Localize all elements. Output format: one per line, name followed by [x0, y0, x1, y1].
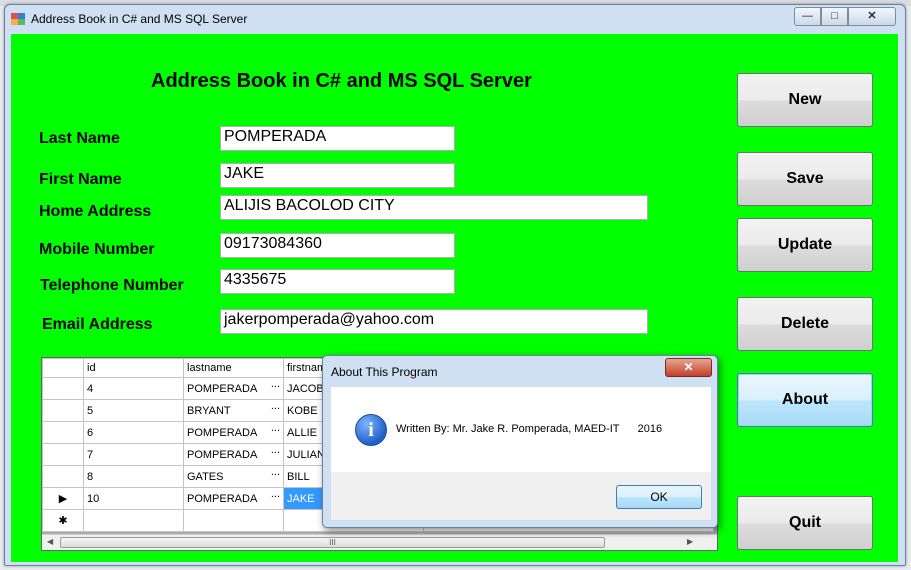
cell-id[interactable]: 7 — [83, 443, 184, 466]
cell-lastname-text: BRYANT — [187, 404, 231, 417]
cell-id[interactable]: 6 — [83, 421, 184, 444]
last-name-label: Last Name — [39, 130, 120, 147]
email-address-field[interactable]: jakerpomperada@yahoo.com — [220, 309, 648, 334]
dialog-title: About This Program — [331, 365, 438, 379]
dialog-footer: OK — [331, 472, 711, 520]
cell-id[interactable]: 8 — [83, 465, 184, 488]
row-indicator[interactable] — [42, 421, 84, 444]
scroll-left-arrow-icon[interactable]: ◀ — [47, 537, 53, 546]
cell-lastname[interactable]: GATES... — [183, 465, 284, 488]
main-window: Address Book in C# and MS SQL Server — □… — [4, 4, 906, 566]
new-button[interactable]: New — [737, 73, 873, 127]
row-indicator[interactable] — [42, 377, 84, 400]
save-button[interactable]: Save — [737, 152, 873, 206]
cell-id[interactable] — [83, 509, 184, 532]
last-name-field[interactable]: POMPERADA — [220, 126, 455, 151]
information-icon: i — [355, 414, 387, 446]
cell-id[interactable]: 5 — [83, 399, 184, 422]
maximize-button[interactable]: □ — [821, 7, 848, 26]
form-heading: Address Book in C# and MS SQL Server — [151, 70, 532, 92]
cell-lastname-text: POMPERADA — [187, 448, 258, 461]
current-row-indicator[interactable]: ▶ — [42, 487, 84, 510]
cell-lastname-text: GATES — [187, 470, 224, 483]
cell-id[interactable]: 4 — [83, 377, 184, 400]
about-button[interactable]: About — [737, 373, 873, 427]
window-title: Address Book in C# and MS SQL Server — [31, 12, 248, 26]
column-header-id[interactable]: id — [83, 358, 184, 378]
update-button[interactable]: Update — [737, 218, 873, 272]
scroll-right-arrow-icon[interactable]: ▶ — [687, 537, 693, 546]
ellipsis-text: ... — [270, 400, 280, 412]
telephone-number-label: Telephone Number — [40, 277, 184, 294]
mobile-number-label: Mobile Number — [39, 241, 155, 258]
cell-lastname[interactable]: POMPERADA... — [183, 377, 284, 400]
dialog-body: i Written By: Mr. Jake R. Pomperada, MAE… — [331, 387, 711, 472]
mobile-number-field[interactable]: 09173084360 — [220, 233, 455, 258]
dialog-message: Written By: Mr. Jake R. Pomperada, MAED-… — [396, 423, 663, 435]
ellipsis-text: ... — [270, 378, 280, 390]
dialog-close-button[interactable]: ✕ — [665, 358, 712, 377]
cell-lastname[interactable] — [183, 509, 284, 532]
first-name-field[interactable]: JAKE — [220, 163, 455, 188]
ellipsis-text: ... — [270, 444, 280, 456]
telephone-number-field[interactable]: 4335675 — [220, 269, 455, 294]
email-address-label: Email Address — [42, 316, 153, 333]
title-bar: Address Book in C# and MS SQL Server — □… — [5, 5, 905, 33]
column-header-lastname[interactable]: lastname — [183, 358, 284, 378]
home-address-field[interactable]: ALIJIS BACOLOD CITY — [220, 195, 648, 220]
cell-lastname[interactable]: POMPERADA... — [183, 443, 284, 466]
row-indicator[interactable] — [42, 443, 84, 466]
quit-button[interactable]: Quit — [737, 496, 873, 550]
first-name-label: First Name — [39, 171, 122, 188]
cell-lastname-text: POMPERADA — [187, 382, 258, 395]
row-header-corner — [42, 358, 84, 378]
cell-lastname[interactable]: BRYANT... — [183, 399, 284, 422]
horizontal-scrollbar[interactable]: ◀ III ▶ — [42, 534, 717, 550]
new-row-indicator[interactable]: ✱ — [42, 509, 84, 532]
delete-button[interactable]: Delete — [737, 297, 873, 351]
cell-id[interactable]: 10 — [83, 487, 184, 510]
row-indicator[interactable] — [42, 399, 84, 422]
row-indicator[interactable] — [42, 465, 84, 488]
cell-lastname[interactable]: POMPERADA... — [183, 421, 284, 444]
app-icon — [11, 13, 25, 25]
ok-button[interactable]: OK — [616, 485, 702, 509]
cell-lastname-text: POMPERADA — [187, 426, 258, 439]
ellipsis-text: ... — [270, 422, 280, 434]
cell-lastname-text: POMPERADA — [187, 492, 258, 505]
scrollbar-thumb[interactable]: III — [60, 537, 605, 548]
about-dialog: About This Program ✕ i Written By: Mr. J… — [322, 355, 718, 528]
home-address-label: Home Address — [39, 203, 152, 220]
cell-lastname[interactable]: POMPERADA... — [183, 487, 284, 510]
close-button[interactable]: ✕ — [848, 7, 896, 26]
minimize-button[interactable]: — — [794, 7, 821, 26]
ellipsis-text: ... — [270, 488, 280, 500]
ellipsis-text: ... — [270, 466, 280, 478]
